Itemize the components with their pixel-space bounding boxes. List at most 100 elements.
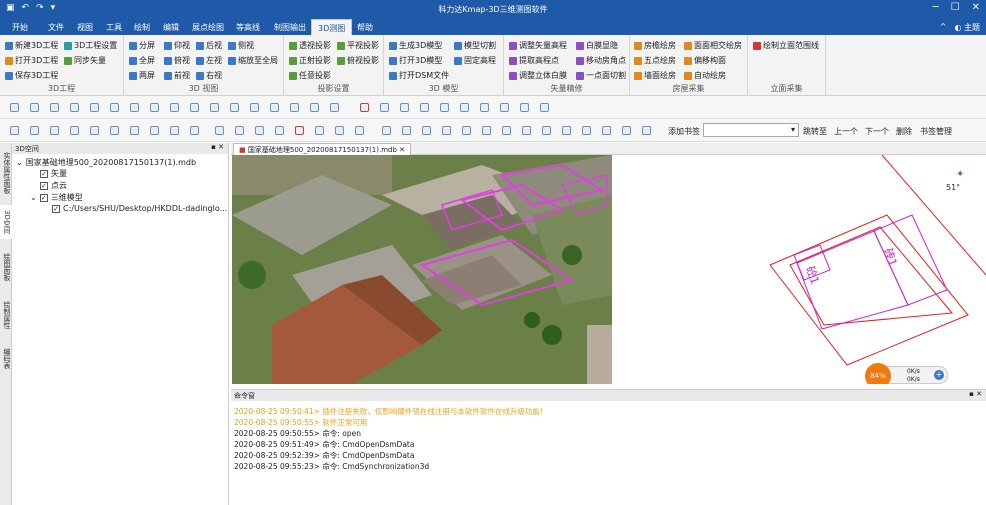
jump-to-button[interactable]: 跳转至 <box>803 126 827 137</box>
fillet-icon[interactable] <box>480 103 489 112</box>
explode-icon[interactable] <box>520 103 529 112</box>
split-screen-button[interactable]: 分屏 <box>129 40 155 51</box>
paste-icon[interactable] <box>270 103 279 112</box>
polygon-icon[interactable] <box>582 126 591 135</box>
save-3d-project-button[interactable]: 保存3D工程 <box>5 70 58 81</box>
tree-root[interactable]: ⌄ 国家基础地理500_20200817150137(1).mdb <box>16 157 196 168</box>
checkbox-model-path[interactable]: ✓ <box>52 204 60 213</box>
right-view-button[interactable]: 右视 <box>196 70 222 81</box>
tab-view[interactable]: 视图 <box>77 22 93 33</box>
fullscreen-button[interactable]: 全屏 <box>129 55 155 66</box>
rectangle-icon[interactable] <box>562 126 571 135</box>
add-icon[interactable]: + <box>934 370 944 380</box>
one-point-face-cut-button[interactable]: 一点面切割 <box>576 70 626 81</box>
fixed-elevation-button[interactable]: 固定高程 <box>454 55 496 66</box>
move-icon[interactable] <box>290 103 299 112</box>
top-projection-button[interactable]: 俯视投影 <box>337 55 379 66</box>
snap-quadrant-icon[interactable] <box>150 126 159 135</box>
tab-3d-mapping[interactable]: 3D测图 <box>311 19 353 35</box>
previous-bookmark-button[interactable]: 上一个 <box>834 126 858 137</box>
snap-endpoint-icon[interactable] <box>10 126 19 135</box>
theme-menu[interactable]: ◐ 主题 <box>954 22 980 33</box>
open-dsm-button[interactable]: 打开DSM文件 <box>389 70 449 81</box>
zoom-in-icon[interactable] <box>50 103 59 112</box>
zoom-extents-button[interactable]: 缩放至全局 <box>228 55 278 66</box>
sync-vector-button[interactable]: 同步矢量 <box>64 55 106 66</box>
eave-draw-house-button[interactable]: 房檐绘房 <box>634 40 676 51</box>
ribbon-collapse-icon[interactable]: ^ <box>940 22 947 33</box>
network-speed-widget[interactable]: 84% 0K/s 0K/s + <box>865 363 948 384</box>
divide-icon[interactable] <box>540 103 549 112</box>
face-intersect-house-button[interactable]: 面面相交绘房 <box>684 40 742 51</box>
top-view-button[interactable]: 俯视 <box>164 55 190 66</box>
dual-screen-button[interactable]: 两屏 <box>129 70 155 81</box>
pan-icon[interactable] <box>30 103 39 112</box>
measure-icon[interactable] <box>315 126 324 135</box>
zoom-extents-icon[interactable] <box>110 103 119 112</box>
block-icon[interactable] <box>642 126 651 135</box>
line-icon[interactable] <box>402 126 411 135</box>
previous-view-icon[interactable] <box>170 103 179 112</box>
five-point-house-button[interactable]: 五点绘房 <box>634 55 676 66</box>
ray-icon[interactable] <box>422 126 431 135</box>
minimize-button[interactable]: ─ <box>933 2 939 13</box>
snap-nearest-icon[interactable] <box>130 126 139 135</box>
select-icon[interactable] <box>230 103 239 112</box>
wall-draw-house-button[interactable]: 墙面绘房 <box>634 70 676 81</box>
document-tab[interactable]: ■ 国家基础地理500_20200817150137(1).mdb ✕ <box>233 143 412 155</box>
3d-model-view[interactable] <box>232 155 612 384</box>
tab-help[interactable]: 帮助 <box>357 22 373 33</box>
next-view-icon[interactable] <box>190 103 199 112</box>
collapse-icon[interactable]: ⌄ <box>16 158 23 167</box>
left-view-button[interactable]: 左视 <box>196 55 222 66</box>
ortho-icon[interactable] <box>235 126 244 135</box>
snap-perpendicular-icon[interactable] <box>90 126 99 135</box>
tree-item-model-path[interactable]: ✓ C:/Users/SHU/Desktop/HKDDL-dadinglo... <box>52 204 227 213</box>
bookmark-manager-button[interactable]: 书签管理 <box>920 126 952 137</box>
next-bookmark-button[interactable]: 下一个 <box>865 126 889 137</box>
open-3d-project-button[interactable]: 打开3D工程 <box>5 55 58 66</box>
side-view-button[interactable]: 侧视 <box>228 40 254 51</box>
back-view-button[interactable]: 后视 <box>196 40 222 51</box>
cursor-icon[interactable] <box>355 126 364 135</box>
delete-bookmark-button[interactable]: 删除 <box>896 126 912 137</box>
free-projection-button[interactable]: 任意投影 <box>289 70 331 81</box>
tab-map-output[interactable]: 制图输出 <box>274 22 306 33</box>
undo-icon[interactable] <box>130 103 139 112</box>
circle-icon[interactable] <box>522 126 531 135</box>
trim-icon[interactable] <box>400 103 409 112</box>
snap-midpoint-icon[interactable] <box>30 126 39 135</box>
tab-draw[interactable]: 绘制 <box>134 22 150 33</box>
redo-icon[interactable] <box>150 103 159 112</box>
break-icon[interactable] <box>380 103 389 112</box>
model-cut-button[interactable]: 模型切割 <box>454 40 496 51</box>
snap-center-icon[interactable] <box>50 126 59 135</box>
extract-elevation-point-button[interactable]: 提取高程点 <box>509 55 559 66</box>
generate-3d-model-button[interactable]: 生成3D模型 <box>389 40 442 51</box>
tab-start[interactable]: 开始 <box>12 22 28 33</box>
tab-draw-properties[interactable]: 绘制属性 <box>0 295 12 335</box>
rotate-icon[interactable] <box>310 103 319 112</box>
command-window-close-icon[interactable]: ▪ ✕ <box>969 390 982 398</box>
delete-icon[interactable] <box>360 103 369 112</box>
layer-icon[interactable] <box>210 103 219 112</box>
white-model-toggle-button[interactable]: 白膜显隐 <box>576 40 618 51</box>
maximize-button[interactable]: ☐ <box>951 2 960 13</box>
refresh-icon[interactable] <box>10 103 19 112</box>
point-icon[interactable] <box>382 126 391 135</box>
open-3d-model-button[interactable]: 打开3D模型 <box>389 55 442 66</box>
polar-icon[interactable] <box>255 126 264 135</box>
ellipse-icon[interactable] <box>542 126 551 135</box>
angle-icon[interactable] <box>335 126 344 135</box>
zoom-out-icon[interactable] <box>70 103 79 112</box>
tab-edit[interactable]: 编辑 <box>163 22 179 33</box>
text-icon[interactable] <box>602 126 611 135</box>
tab-tools[interactable]: 工具 <box>106 22 122 33</box>
3d-project-settings-button[interactable]: 3D工程设置 <box>64 40 117 51</box>
close-button[interactable]: ✕ <box>972 2 980 13</box>
snap-tangent-icon[interactable] <box>170 126 179 135</box>
draw-facade-range-button[interactable]: 绘制立面范围线 <box>753 40 819 51</box>
grid-icon[interactable] <box>215 126 224 135</box>
checkbox-pointcloud[interactable]: ✓ <box>40 181 48 190</box>
zoom-window-icon[interactable] <box>90 103 99 112</box>
